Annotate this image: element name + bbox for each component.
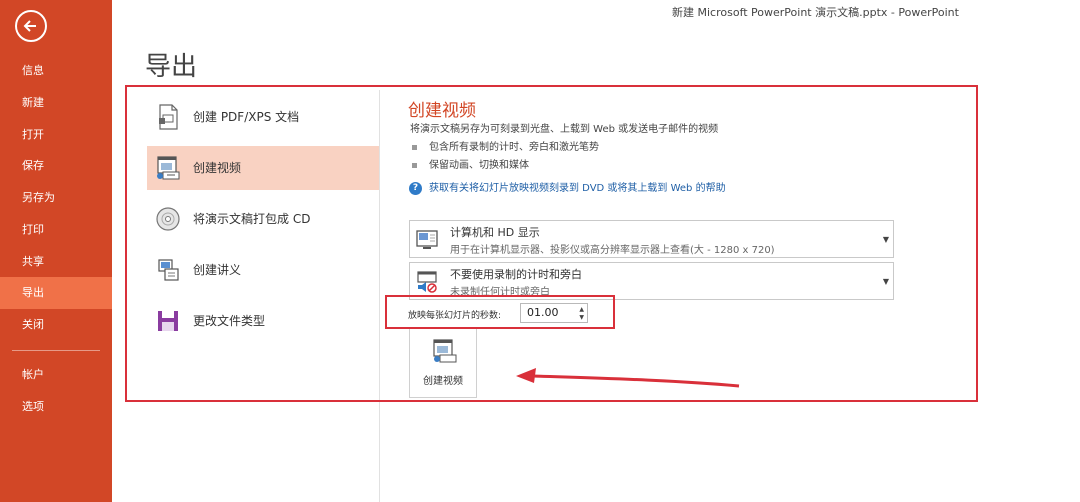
save-file-icon: [158, 311, 178, 331]
seconds-label: 放映每张幻灯片的秒数:: [408, 311, 502, 321]
spinner-down-icon[interactable]: ▼: [579, 314, 584, 321]
nav-share[interactable]: 共享: [0, 246, 112, 278]
export-option-label: 将演示文稿打包成 CD: [193, 212, 311, 226]
spinner-up-icon[interactable]: ▲: [579, 306, 584, 313]
export-option-label: 创建 PDF/XPS 文档: [193, 110, 300, 124]
export-option-handout[interactable]: 创建讲义: [147, 248, 379, 292]
timing-title: 不要使用录制的计时和旁白: [450, 268, 582, 281]
nav-separator: [12, 350, 100, 351]
create-video-button-label: 创建视频: [423, 376, 463, 387]
detail-heading: 创建视频: [408, 101, 476, 121]
quality-title: 计算机和 HD 显示: [450, 226, 540, 239]
nav-open[interactable]: 打开: [0, 119, 112, 151]
annotation-arrow: [516, 368, 740, 388]
nav-print[interactable]: 打印: [0, 214, 112, 246]
export-option-change-file-type[interactable]: 更改文件类型: [147, 299, 379, 343]
back-button[interactable]: [15, 10, 47, 42]
monitor-icon: [416, 230, 438, 249]
nav-account[interactable]: 帐户: [0, 359, 112, 391]
create-video-button[interactable]: 创建视频: [409, 328, 477, 398]
bullet-marker: [412, 162, 417, 168]
nav-info[interactable]: 信息: [0, 55, 112, 87]
export-option-label: 创建视频: [193, 161, 242, 175]
bullet-text: 保留动画、切换和媒体: [429, 160, 529, 171]
seconds-spinner[interactable]: 01.00 ▲ ▼: [520, 303, 588, 323]
cd-icon: [156, 207, 180, 231]
create-video-icon: [433, 339, 457, 363]
feature-bullet: 保留动画、切换和媒体: [412, 156, 529, 171]
back-arrow-icon: [23, 20, 36, 32]
nav-options[interactable]: 选项: [0, 391, 112, 423]
nav-close[interactable]: 关闭: [0, 309, 112, 341]
seconds-value: 01.00: [527, 306, 559, 319]
timing-dropdown[interactable]: 不要使用录制的计时和旁白 未录制任何计时或旁白 ▼: [409, 262, 894, 300]
video-icon: [157, 156, 180, 180]
page-title: 导出: [145, 52, 198, 82]
detail-description: 将演示文稿另存为可刻录到光盘、上载到 Web 或发送电子邮件的视频: [410, 124, 719, 135]
bullet-text: 包含所有录制的计时、旁白和激光笔势: [429, 142, 599, 153]
handout-icon: [158, 259, 179, 281]
panel-divider: [379, 90, 380, 502]
pdf-document-icon: [159, 104, 178, 130]
feature-bullet: 包含所有录制的计时、旁白和激光笔势: [412, 138, 599, 153]
nav-save[interactable]: 保存: [0, 150, 112, 182]
dropdown-arrow-icon: ▼: [882, 235, 889, 244]
bullet-marker: [412, 144, 417, 150]
export-option-label: 更改文件类型: [193, 314, 266, 328]
export-option-video[interactable]: 创建视频: [147, 146, 379, 190]
narration-off-icon: [417, 271, 437, 293]
backstage-sidebar: 信息 新建 打开 保存 另存为 打印 共享 导出 关闭 帐户 选项: [0, 0, 112, 502]
export-option-cd[interactable]: 将演示文稿打包成 CD: [147, 197, 379, 241]
help-question-icon: ?: [409, 181, 422, 195]
export-option-label: 创建讲义: [193, 263, 242, 277]
quality-dropdown[interactable]: 计算机和 HD 显示 用于在计算机显示器、投影仪或高分辨率显示器上查看(大 - …: [409, 220, 894, 258]
help-link-text: 获取有关将幻灯片放映视频刻录到 DVD 或将其上载到 Web 的帮助: [429, 183, 726, 194]
export-option-pdf[interactable]: 创建 PDF/XPS 文档: [147, 95, 379, 139]
nav-save-as[interactable]: 另存为: [0, 182, 112, 214]
dropdown-arrow-icon: ▼: [882, 277, 889, 286]
timing-subtitle: 未录制任何计时或旁白: [450, 287, 550, 298]
nav-new[interactable]: 新建: [0, 87, 112, 119]
quality-subtitle: 用于在计算机显示器、投影仪或高分辨率显示器上查看(大 - 1280 x 720): [450, 245, 775, 256]
nav-export[interactable]: 导出: [0, 277, 112, 309]
window-title: 新建 Microsoft PowerPoint 演示文稿.pptx - Powe…: [672, 6, 959, 19]
help-link[interactable]: ? 获取有关将幻灯片放映视频刻录到 DVD 或将其上载到 Web 的帮助: [409, 179, 726, 195]
